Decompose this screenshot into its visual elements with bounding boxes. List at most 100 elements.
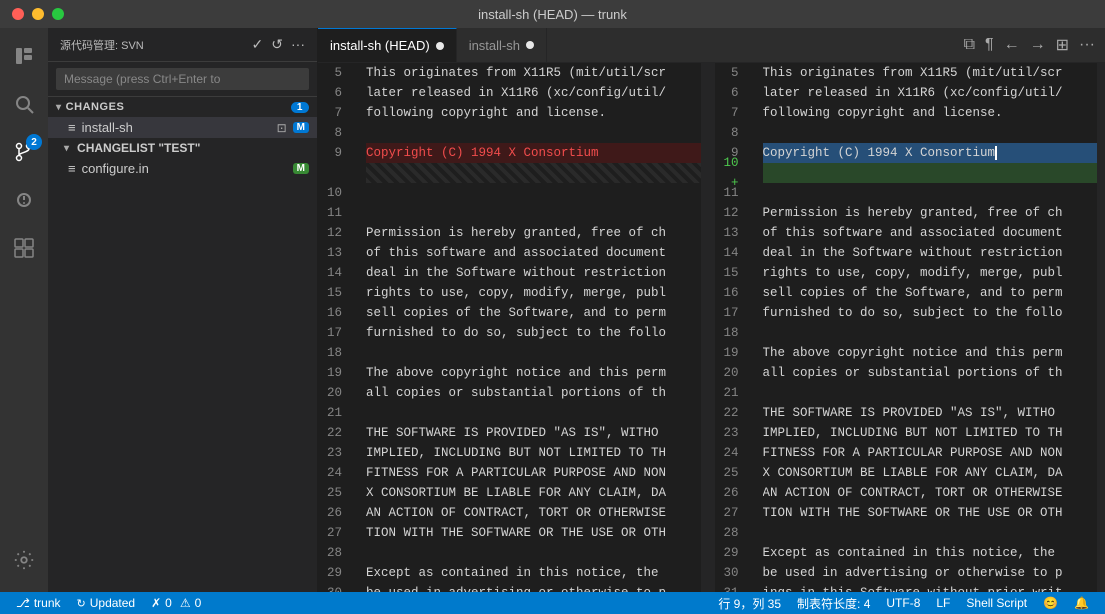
tab-actions: ⧉ ¶ ← → ⊞ ··· [962,28,1105,62]
code-line-added [763,163,1098,183]
activity-explorer[interactable] [0,32,48,80]
more-actions-icon[interactable]: ··· [1077,34,1097,56]
code-line: AN ACTION OF CONTRACT, TORT OR OTHERWISE [763,483,1098,503]
changelist-section-header[interactable]: ▾ CHANGELIST "TEST" [48,138,317,158]
code-line: TION WITH THE SOFTWARE OR THE USE OR OTH [763,503,1098,523]
code-line: following copyright and license. [763,103,1098,123]
code-line: deal in the Software without restriction [763,243,1098,263]
sync-status[interactable]: ↻ Updated [69,592,144,614]
bell-icon: 🔔 [1074,596,1089,610]
left-line-numbers: 5 6 7 8 9 10 11 12 13 14 15 16 17 [318,63,358,592]
cursor-position[interactable]: 行 9，列 35 [710,592,789,614]
window-title: install-sh (HEAD) — trunk [478,7,627,22]
code-line [366,343,701,363]
activity-scm[interactable]: 2 [0,128,48,176]
code-line: The above copyright notice and this perm [366,363,701,383]
tab-install-sh-head[interactable]: install-sh (HEAD) [318,28,457,62]
activity-debug[interactable] [0,176,48,224]
code-line: be used in advertising or otherwise to p [366,583,701,592]
code-line: rights to use, copy, modify, merge, publ [366,283,701,303]
right-code-content: This originates from X11R5 (mit/util/scr… [755,63,1098,592]
code-line-deleted: Copyright (C) 1994 X Consortium [366,143,701,163]
emoji-status[interactable]: 😊 [1035,592,1066,614]
sidebar-input-area [48,62,317,97]
split-editor-icon[interactable]: ⊞ [1054,33,1071,57]
right-code-area[interactable]: 5 6 7 8 9 10 + 11 12 13 14 15 16 17 18 [715,63,1105,592]
code-line: THE SOFTWARE IS PROVIDED "AS IS", WITHO [763,403,1098,423]
code-line [763,123,1098,143]
navigate-back-icon[interactable]: ← [1002,34,1022,56]
sync-icon: ↻ [77,597,86,610]
scm-label: 源代码管理: SVN [60,37,144,53]
refresh-icon[interactable]: ↺ [271,36,283,53]
warning-icon: ⚠ [180,596,191,610]
toggle-diff-icon[interactable]: ⧉ [962,34,977,56]
more-icon[interactable]: ··· [291,36,305,53]
code-line-empty [366,163,701,183]
tab-label-1: install-sh (HEAD) [330,38,430,53]
code-line: sell copies of the Software, and to perm [763,283,1098,303]
configure-badge: M [293,163,309,174]
code-line: all copies or substantial portions of th [366,383,701,403]
code-line: This originates from X11R5 (mit/util/scr [366,63,701,83]
activity-settings[interactable] [0,536,48,584]
whitespace-icon[interactable]: ¶ [983,34,996,56]
file-icon-configure: ≡ [68,161,76,176]
window-controls [12,8,64,20]
code-line: Except as contained in this notice, the [763,543,1098,563]
code-line [366,403,701,423]
code-line: following copyright and license. [366,103,701,123]
code-line: of this software and associated document [366,243,701,263]
code-line: IMPLIED, INCLUDING BUT NOT LIMITED TO TH [366,443,701,463]
notifications-status[interactable]: 🔔 [1066,592,1097,614]
status-bar: ⎇ trunk ↻ Updated ✗ 0 ⚠ 0 行 9，列 35 制表符长度… [0,592,1105,614]
sidebar-header-icons: ✓ ↺ ··· [252,36,305,53]
line-ending-label: LF [936,596,950,610]
code-line: all copies or substantial portions of th [763,363,1098,383]
file-item-install-sh[interactable]: ≡ install-sh ⊡ M [48,117,317,138]
title-bar: install-sh (HEAD) — trunk [0,0,1105,28]
tab-dot-2 [526,41,534,49]
code-line: AN ACTION OF CONTRACT, TORT OR OTHERWISE [366,503,701,523]
git-branch-icon: ⎇ [16,596,30,610]
commit-message-input[interactable] [56,68,309,90]
tab-size-label: 制表符长度: 4 [797,595,870,612]
navigate-forward-icon[interactable]: → [1028,34,1048,56]
code-line: IMPLIED, INCLUDING BUT NOT LIMITED TO TH [763,423,1098,443]
code-line [366,203,701,223]
minimize-button[interactable] [32,8,44,20]
left-minimap [701,63,709,592]
code-line: later released in X11R6 (xc/config/util/ [366,83,701,103]
branch-name: trunk [34,596,61,610]
errors-status[interactable]: ✗ 0 ⚠ 0 [143,592,209,614]
close-button[interactable] [12,8,24,20]
code-line: This originates from X11R5 (mit/util/scr [763,63,1098,83]
tab-size-status[interactable]: 制表符长度: 4 [789,592,878,614]
file-item-configure-in[interactable]: ≡ configure.in M [48,158,317,179]
code-line: Permission is hereby granted, free of ch [366,223,701,243]
encoding-status[interactable]: UTF-8 [878,592,928,614]
code-line: sell copies of the Software, and to perm [366,303,701,323]
branch-status[interactable]: ⎇ trunk [8,592,69,614]
left-code-area[interactable]: 5 6 7 8 9 10 11 12 13 14 15 16 17 [318,63,709,592]
tab-label-2: install-sh [469,38,520,53]
code-line: furnished to do so, subject to the follo [366,323,701,343]
activity-extensions[interactable] [0,224,48,272]
code-line [366,123,701,143]
warning-count: 0 [195,596,202,610]
activity-search[interactable] [0,80,48,128]
commit-icon[interactable]: ✓ [252,36,264,53]
code-line: furnished to do so, subject to the follo [763,303,1098,323]
file-icon: ≡ [68,120,76,135]
file-actions-icon: ⊡ [277,121,287,135]
changes-chevron: ▾ [56,102,62,113]
language-status[interactable]: Shell Script [958,592,1035,614]
changes-section-header[interactable]: ▾ CHANGES 1 [48,97,317,117]
line-ending-status[interactable]: LF [928,592,958,614]
code-line: of this software and associated document [763,223,1098,243]
activity-bar: 2 [0,28,48,592]
maximize-button[interactable] [52,8,64,20]
editor-area: install-sh (HEAD) install-sh ⧉ ¶ ← → ⊞ ·… [318,28,1105,592]
tab-install-sh[interactable]: install-sh [457,28,547,62]
code-line [763,523,1098,543]
